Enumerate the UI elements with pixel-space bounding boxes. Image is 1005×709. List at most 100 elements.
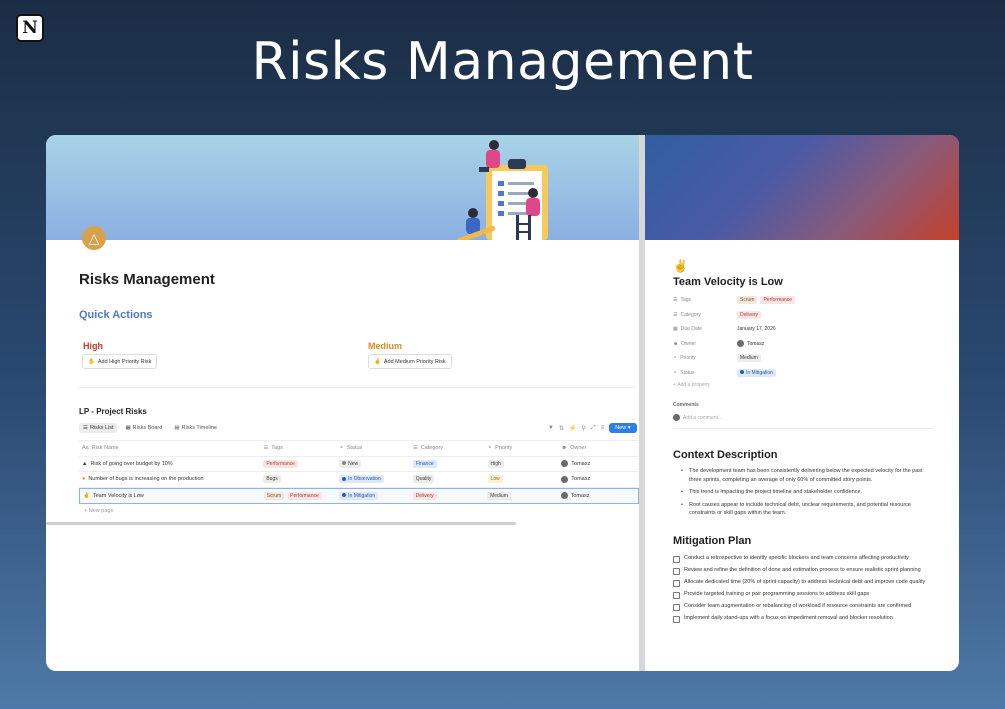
- table-row[interactable]: ● Number of bugs is increasing on the pro…: [79, 472, 639, 488]
- table-row[interactable]: ▲ Risk of going over budget by 10% Perfor…: [79, 457, 639, 472]
- add-high-priority-risk-button[interactable]: ✋ Add High Priority Risk: [82, 354, 158, 369]
- risk-name[interactable]: Number of bugs is increasing on the prod…: [88, 476, 203, 482]
- todo-item[interactable]: Review and refine the definition of done…: [673, 566, 935, 575]
- detail-title: Team Velocity is Low: [673, 276, 783, 288]
- list-icon: ☰: [83, 425, 88, 431]
- checkbox[interactable]: [673, 615, 680, 623]
- column-label: Owner: [570, 445, 587, 452]
- property-category[interactable]: ☰ Category Delivery: [673, 308, 943, 323]
- checkbox[interactable]: [673, 603, 680, 611]
- page-fire-icon: △: [82, 226, 106, 250]
- checkbox[interactable]: [673, 567, 680, 575]
- filter-icon[interactable]: ▼: [548, 425, 554, 431]
- mitigation-heading: Mitigation Plan: [673, 535, 752, 547]
- avatar: [561, 475, 569, 483]
- property-key: Tags: [680, 297, 692, 304]
- column-label: Tags: [271, 445, 283, 452]
- timeline-icon: ▤: [174, 425, 180, 431]
- category-badge: Finance: [412, 459, 437, 468]
- property-due-date[interactable]: ▦ Due Date January 17, 2026: [673, 322, 943, 337]
- todo-item[interactable]: Consider team augmentation or rebalancin…: [673, 602, 935, 611]
- tag-badge: Scrum: [263, 491, 285, 500]
- tab-label: Risks Timeline: [181, 425, 217, 431]
- tab-label: Risks Board: [132, 425, 163, 431]
- status-icon: ⚬: [339, 445, 344, 452]
- add-medium-priority-risk-button[interactable]: ✌ Add Medium Priority Risk: [368, 354, 452, 369]
- divider: [673, 428, 933, 429]
- column-label: Status: [346, 445, 363, 452]
- todo-item[interactable]: Allocate dedicated time (20% of sprint c…: [673, 578, 935, 587]
- column-header-status[interactable]: ⚬ Status: [339, 445, 413, 451]
- column-header-risk-name[interactable]: Aa Risk Name: [79, 445, 263, 451]
- hero-title: Risks Management: [251, 32, 754, 92]
- todo-item[interactable]: Provide targeted training or pair progra…: [673, 590, 935, 599]
- risk-detail-page: ✌ Team Velocity is Low ☰ Tags Scrum Perfor…: [645, 135, 959, 671]
- warning-icon: ●: [82, 476, 86, 483]
- status-text: In Observation: [348, 476, 381, 483]
- add-property-button[interactable]: + Add a property: [673, 382, 943, 388]
- lightning-icon[interactable]: ⚡: [569, 425, 576, 432]
- column-header-owner[interactable]: ☻ Owner: [561, 445, 639, 451]
- search-icon[interactable]: ⚲: [581, 425, 585, 432]
- expand-icon[interactable]: ⤢: [591, 425, 596, 432]
- fire-icon: ▲: [82, 460, 88, 467]
- new-button[interactable]: New ▾: [609, 423, 637, 433]
- checkbox[interactable]: [673, 591, 680, 599]
- column-header-priority[interactable]: ⚬ Priority: [488, 445, 562, 451]
- column-header-tags[interactable]: ☰ Tags: [263, 445, 339, 451]
- view-tabs: ☰ Risks List ▦ Risks Board ▤ Risks Timeline: [79, 423, 221, 433]
- add-comment-input[interactable]: Add a comment...: [673, 414, 722, 421]
- board-icon: ▦: [125, 425, 131, 431]
- database-title[interactable]: LP - Project Risks: [79, 407, 147, 416]
- people-icon: ☻: [561, 445, 568, 452]
- list-icon: ☰: [263, 445, 269, 452]
- tag-badge: Performance: [760, 296, 796, 305]
- table-header: Aa Risk Name ☰ Tags ⚬ Status ☰ Category ⚬ Pri…: [79, 440, 639, 457]
- todo-item[interactable]: Implement daily stand-ups with a focus o…: [673, 614, 935, 623]
- status-icon: ⚬: [487, 445, 493, 452]
- properties-list: ☰ Tags Scrum Performance ☰ Category Deliver…: [673, 293, 943, 388]
- property-owner[interactable]: ☻ Owner Tomasz: [673, 337, 943, 352]
- status-badge: In Observation: [339, 475, 384, 484]
- cover-illustration: [457, 140, 548, 240]
- status-icon: ⚬: [673, 355, 678, 362]
- property-status[interactable]: ⚬ Status In Mitigation: [673, 366, 943, 381]
- property-key: Owner: [681, 340, 696, 347]
- column-label: Risk Name: [91, 445, 119, 452]
- avatar: [560, 492, 568, 500]
- todo-text: Allocate dedicated time (20% of sprint c…: [684, 579, 926, 585]
- todo-text: Implement daily stand-ups with a focus o…: [684, 615, 893, 621]
- settings-icon[interactable]: ≡: [601, 425, 605, 431]
- column-header-category[interactable]: ☰ Category: [413, 445, 488, 451]
- column-label: Category: [420, 445, 444, 452]
- status-icon: ⚬: [673, 369, 678, 376]
- quick-actions-heading: Quick Actions: [79, 309, 153, 321]
- tab-risks-board[interactable]: ▦ Risks Board: [121, 423, 166, 433]
- add-medium-priority-risk-label: Add Medium Priority Risk: [383, 358, 446, 365]
- horizontal-scrollbar[interactable]: [46, 522, 516, 525]
- tab-risks-timeline[interactable]: ▤ Risks Timeline: [170, 423, 221, 433]
- new-page-button[interactable]: + New page: [79, 504, 639, 518]
- new-page-label: New page: [88, 508, 114, 514]
- tag-badge: Performance: [263, 459, 298, 468]
- property-tags[interactable]: ☰ Tags Scrum Performance: [673, 293, 943, 308]
- checkbox[interactable]: [673, 555, 680, 563]
- table-row[interactable]: ✌ Team Velocity is Low Scrum Performance I…: [79, 487, 639, 504]
- priority-badge: Medium: [737, 354, 761, 363]
- hand-icon: ✌: [83, 492, 90, 499]
- risk-name[interactable]: Team Velocity is Low: [93, 493, 144, 499]
- checkbox[interactable]: [673, 579, 680, 587]
- status-text: In Mitigation: [746, 369, 773, 376]
- property-priority[interactable]: ⚬ Priority Medium: [673, 351, 943, 366]
- risk-name[interactable]: Risk of going over budget by 10%: [90, 461, 172, 467]
- app-window: △ Risks Management Quick Actions High ✋ …: [46, 135, 959, 671]
- list-item: This trend is impacting the project time…: [681, 488, 931, 497]
- tab-risks-list[interactable]: ☰ Risks List: [79, 423, 118, 433]
- todo-item[interactable]: Conduct a retrospective to identify spec…: [673, 554, 935, 563]
- category-badge: Quality: [412, 475, 435, 484]
- property-key: Status: [680, 369, 695, 376]
- comments-label: Comments: [673, 402, 699, 408]
- sort-icon[interactable]: ⇅: [559, 425, 564, 432]
- hand-icon: ✌: [673, 259, 688, 273]
- tag-badge: Scrum: [737, 296, 758, 305]
